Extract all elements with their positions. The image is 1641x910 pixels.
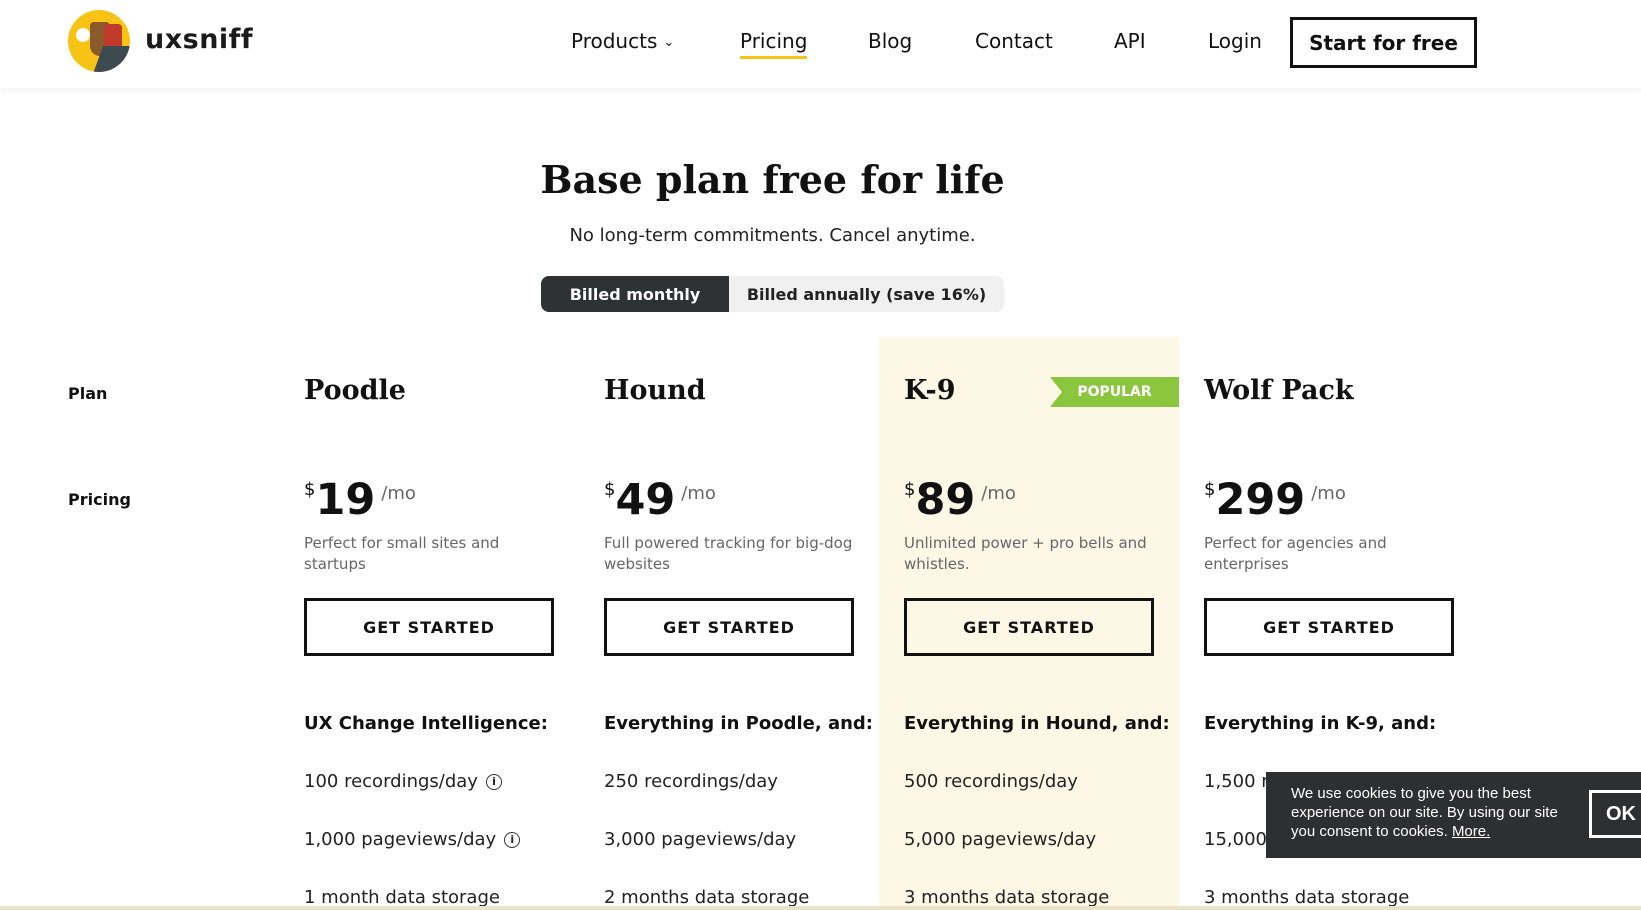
feature-item: 2 months data storage bbox=[604, 887, 810, 908]
nav-contact[interactable]: Contact bbox=[975, 29, 1053, 53]
cookie-more-link[interactable]: More. bbox=[1452, 823, 1490, 840]
nav-pricing[interactable]: Pricing bbox=[740, 29, 808, 59]
price-wolf-pack: $299/mo bbox=[1204, 475, 1346, 525]
nav-blog[interactable]: Blog bbox=[868, 29, 912, 53]
nav-api[interactable]: API bbox=[1114, 29, 1146, 53]
plan-description-poodle: Perfect for small sites and startups bbox=[304, 534, 500, 573]
plan-name-hound: Hound bbox=[604, 375, 706, 406]
plan-name-wolf-pack: Wolf Pack bbox=[1204, 375, 1354, 406]
chevron-down-icon: ⌄ bbox=[663, 35, 675, 50]
cookie-message: We use cookies to give you the best expe… bbox=[1291, 785, 1558, 840]
cookie-banner: We use cookies to give you the best expe… bbox=[1266, 772, 1641, 858]
brand-name[interactable]: uxsniff bbox=[145, 24, 253, 55]
site-header: uxsniff Products ⌄ Pricing Blog Contact A… bbox=[0, 0, 1641, 88]
get-started-button-hound[interactable]: GET STARTED bbox=[604, 598, 854, 656]
plan-name-poodle: Poodle bbox=[304, 375, 406, 406]
nav-products[interactable]: Products ⌄ bbox=[571, 29, 674, 53]
feature-item: 250 recordings/day bbox=[604, 771, 778, 792]
plan-description-wolf-pack: Perfect for agencies and enterprises bbox=[1204, 534, 1387, 573]
feature-item: 3,000 pageviews/day bbox=[604, 829, 797, 850]
get-started-button-wolf-pack[interactable]: GET STARTED bbox=[1204, 598, 1454, 656]
features-heading-wolf-pack: Everything in K-9, and: bbox=[1204, 713, 1437, 734]
row-label-plan: Plan bbox=[68, 384, 108, 403]
page-title: Base plan free for life bbox=[540, 157, 1005, 202]
nav-products-label: Products bbox=[571, 29, 658, 53]
get-started-button-k9[interactable]: GET STARTED bbox=[904, 598, 1154, 656]
billing-toggle: Billed monthly Billed annually (save 16%… bbox=[541, 276, 1004, 312]
start-for-free-button[interactable]: Start for free bbox=[1290, 17, 1477, 68]
billed-annually-option[interactable]: Billed annually (save 16%) bbox=[729, 276, 1004, 312]
row-label-pricing: Pricing bbox=[68, 490, 131, 509]
feature-item: 500 recordings/day bbox=[904, 771, 1078, 792]
info-icon[interactable]: i bbox=[485, 774, 502, 790]
feature-item: 15,000 bbox=[1204, 829, 1267, 850]
price-poodle: $19/mo bbox=[304, 475, 416, 525]
features-heading-k9: Everything in Hound, and: bbox=[904, 713, 1170, 734]
feature-item: 5,000 pageviews/day bbox=[904, 829, 1097, 850]
uxsniff-logo-icon[interactable] bbox=[68, 10, 130, 72]
features-heading-poodle: UX Change Intelligence: bbox=[304, 713, 548, 734]
cookie-ok-button[interactable]: OK bbox=[1589, 790, 1641, 838]
popular-badge: POPULAR bbox=[1050, 377, 1179, 407]
page-subtitle: No long-term commitments. Cancel anytime… bbox=[569, 225, 976, 246]
plan-name-k9: K-9 bbox=[904, 375, 956, 406]
price-k9: $89/mo bbox=[904, 475, 1016, 525]
price-hound: $49/mo bbox=[604, 475, 716, 525]
feature-item: 100 recordings/day i bbox=[304, 771, 502, 792]
feature-item: 3 months data storage bbox=[904, 887, 1110, 908]
feature-item: 1 month data storage bbox=[304, 887, 500, 908]
plan-description-hound: Full powered tracking for big-dog websit… bbox=[604, 534, 853, 573]
info-icon[interactable]: i bbox=[504, 832, 521, 848]
plan-description-k9: Unlimited power + pro bells and whistles… bbox=[904, 534, 1147, 573]
bottom-divider bbox=[0, 906, 1641, 910]
get-started-button-poodle[interactable]: GET STARTED bbox=[304, 598, 554, 656]
feature-item: 3 months data storage bbox=[1204, 887, 1410, 908]
billed-monthly-option[interactable]: Billed monthly bbox=[541, 276, 729, 312]
features-heading-hound: Everything in Poodle, and: bbox=[604, 713, 873, 734]
nav-login[interactable]: Login bbox=[1208, 29, 1262, 53]
feature-item: 1,000 pageviews/day i bbox=[304, 829, 521, 850]
